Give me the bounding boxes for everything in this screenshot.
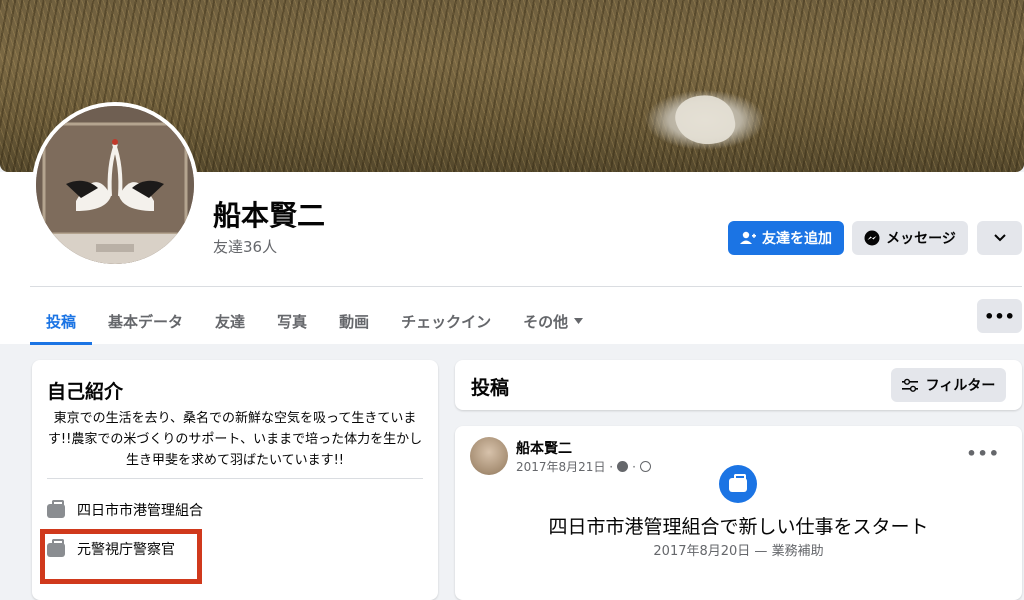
- life-event-title: 四日市市港管理組合で新しい仕事をスタート: [548, 516, 929, 538]
- tab-more[interactable]: その他: [507, 297, 599, 345]
- post-author-name[interactable]: 船本賢二: [516, 438, 572, 458]
- tab-friends[interactable]: 友達: [199, 297, 261, 345]
- add-friend-button[interactable]: 友達を追加: [728, 221, 844, 255]
- posts-title: 投稿: [471, 377, 510, 399]
- message-label: メッセージ: [886, 231, 956, 247]
- tab-label: チェックイン: [401, 312, 492, 331]
- work-label: 四日市市港管理組合: [77, 503, 203, 519]
- highlight-annotation: [40, 529, 202, 584]
- tab-label: 動画: [339, 312, 370, 331]
- filter-button[interactable]: フィルター: [891, 368, 1006, 402]
- tab-label: 写真: [277, 312, 308, 331]
- chevron-down-icon: [993, 234, 1006, 242]
- intro-title: 自己紹介: [47, 381, 124, 403]
- posts-header-card: 投稿 フィルター: [455, 360, 1022, 410]
- profile-tabs: 投稿 基本データ 友達 写真 動画 チェックイン その他: [30, 297, 599, 345]
- briefcase-icon: [47, 500, 65, 518]
- tab-checkins[interactable]: チェックイン: [385, 297, 507, 345]
- job-event-badge: [719, 465, 757, 503]
- briefcase-icon: [729, 474, 747, 492]
- work-item[interactable]: 四日市市港管理組合: [47, 499, 203, 521]
- tab-photos[interactable]: 写真: [261, 297, 323, 345]
- tab-label: 投稿: [46, 312, 77, 331]
- tab-posts[interactable]: 投稿: [30, 297, 93, 345]
- message-button[interactable]: メッセージ: [852, 221, 968, 255]
- intro-divider: [47, 478, 423, 479]
- meta-separator: ·: [632, 459, 636, 474]
- sliders-icon: [901, 378, 918, 392]
- friends-count[interactable]: 友達36人: [213, 236, 277, 257]
- post-options-button[interactable]: •••: [966, 444, 1000, 463]
- profile-avatar[interactable]: [32, 102, 198, 268]
- tab-label: 基本データ: [108, 312, 184, 331]
- messenger-icon: [864, 230, 880, 246]
- add-user-icon: [740, 231, 756, 244]
- intro-bio: 東京での生活を去り、桑名での新鮮な空気を吸って生きています!!農家での米づくりの…: [47, 411, 423, 468]
- post-date[interactable]: 2017年8月21日 ·: [516, 458, 613, 475]
- post-card: 船本賢二 2017年8月21日 · · ••• 四日市市港管理組合で新しい仕事を…: [455, 426, 1022, 600]
- post-author-avatar[interactable]: [470, 437, 508, 475]
- tab-videos[interactable]: 動画: [323, 297, 385, 345]
- post-meta: 2017年8月21日 · ·: [516, 458, 651, 475]
- caret-down-icon: [574, 318, 584, 324]
- tabs-more-button[interactable]: •••: [977, 299, 1022, 333]
- avatar-painting: [36, 106, 194, 264]
- filter-label: フィルター: [925, 378, 996, 394]
- globe-icon: [639, 461, 651, 472]
- header-divider: [30, 286, 1022, 287]
- tab-label: その他: [523, 312, 569, 331]
- profile-name: 船本賢二: [213, 199, 326, 232]
- cover-photo-detail: [671, 89, 739, 151]
- tab-about[interactable]: 基本データ: [92, 297, 199, 345]
- profile-more-button[interactable]: [977, 221, 1022, 255]
- briefcase-small-icon: [617, 461, 629, 472]
- life-event-subtitle: 2017年8月20日 — 業務補助: [653, 544, 824, 559]
- add-friend-label: 友達を追加: [762, 231, 832, 247]
- tab-label: 友達: [215, 312, 246, 331]
- crane-painting-icon: [36, 106, 194, 264]
